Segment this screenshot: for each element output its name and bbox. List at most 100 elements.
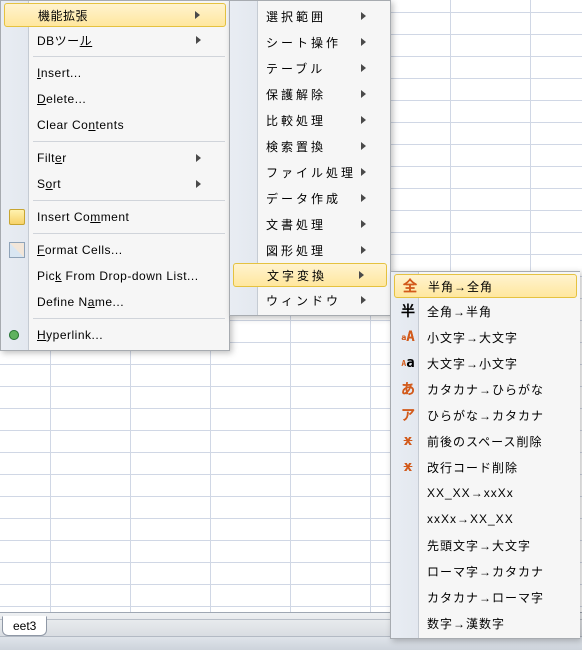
menu-item-insert-comment[interactable]: Insert Comment [3,204,227,230]
submenu-item[interactable]: XX_XX→xxXx [393,480,578,506]
conversion-icon: ア [399,406,417,424]
menu-item-label: 比較処理 [266,112,361,129]
menu-item-hyperlink[interactable]: Hyperlink... [3,322,227,348]
submenu-item[interactable]: 文書処理 [232,211,388,237]
submenu-item[interactable]: Aa大文字→小文字 [393,350,578,376]
submenu-item[interactable]: 保護解除 [232,81,388,107]
conversion-icon: 全 [401,277,419,295]
menu-separator [33,200,225,201]
menu-item-label: 文書処理 [266,216,361,233]
menu-separator [33,318,225,319]
menu-item-label: 数字→漢数字 [427,615,568,632]
menu-item-delete[interactable]: Delete... [3,86,227,112]
menu-item-label: シート操作 [266,34,361,51]
submenu-item[interactable]: 検索置換 [232,133,388,159]
submenu-item[interactable]: 文字変換 [233,263,387,287]
submenu-item[interactable]: ファイル処理 [232,159,388,185]
chevron-right-icon [361,38,366,46]
submenu-item[interactable]: カタカナ→ローマ字 [393,584,578,610]
menu-item-label: 改行コード削除 [427,459,568,476]
submenu-item[interactable]: 選択範囲 [232,3,388,29]
menu-item-db-tools[interactable]: DBツール [3,27,227,53]
chevron-right-icon [196,154,201,162]
submenu-item[interactable]: 図形処理 [232,237,388,263]
chevron-right-icon [361,142,366,150]
submenu-item[interactable]: データ作成 [232,185,388,211]
chevron-right-icon [361,246,366,254]
menu-item-extensions[interactable]: 機能拡張 [4,3,226,27]
menu-item-label: xxXx→XX_XX [427,512,568,526]
submenu-item[interactable]: ウィンドウ [232,287,388,313]
menu-item-label: テーブル [266,60,361,77]
menu-item-label: 全角→半角 [427,303,568,320]
menu-item-label: Define Name... [37,295,201,309]
menu-item-label: Delete... [37,92,201,106]
chevron-right-icon [196,180,201,188]
chevron-right-icon [361,168,366,176]
sheet-tab-label: eet3 [13,619,36,633]
menu-item-label: 半角→全角 [428,278,566,295]
menu-item-label: 小文字→大文字 [427,329,568,346]
chevron-right-icon [196,36,201,44]
menu-item-label: XX_XX→xxXx [427,486,568,500]
chevron-right-icon [361,64,366,72]
menu-item-label: DBツール [37,32,196,49]
submenu-item[interactable]: ローマ字→カタカナ [393,558,578,584]
menu-item-label: ひらがな→カタカナ [427,407,568,424]
menu-item-label: Pick From Drop-down List... [37,269,201,283]
context-menu-primary: 機能拡張 DBツール Insert... Delete... Clear Con… [0,0,230,351]
menu-item-label: Clear Contents [37,118,201,132]
submenu-item[interactable]: 半全角→半角 [393,298,578,324]
submenu-item[interactable]: あカタカナ→ひらがな [393,376,578,402]
context-menu-text-conversion: 全半角→全角半全角→半角aA小文字→大文字Aa大文字→小文字あカタカナ→ひらがな… [390,271,580,639]
menu-item-define-name[interactable]: Define Name... [3,289,227,315]
menu-item-label: カタカナ→ローマ字 [427,589,568,606]
menu-item-label: Insert... [37,66,201,80]
menu-item-label: 先頭文字→大文字 [427,537,568,554]
menu-item-sort[interactable]: Sort [3,171,227,197]
submenu-item[interactable]: テーブル [232,55,388,81]
submenu-item[interactable]: х前後のスペース削除 [393,428,578,454]
menu-item-label: 図形処理 [266,242,361,259]
submenu-item[interactable]: xxXx→XX_XX [393,506,578,532]
menu-item-label: Hyperlink... [37,328,201,342]
chevron-right-icon [361,194,366,202]
menu-item-label: Filter [37,151,196,165]
submenu-item[interactable]: aA小文字→大文字 [393,324,578,350]
menu-item-pick-from-list[interactable]: Pick From Drop-down List... [3,263,227,289]
conversion-icon: あ [399,380,417,398]
menu-separator [33,56,225,57]
menu-item-label: Insert Comment [37,210,201,224]
menu-item-filter[interactable]: Filter [3,145,227,171]
menu-item-label: 検索置換 [266,138,361,155]
menu-item-label: 保護解除 [266,86,361,103]
format-cells-icon [9,242,25,258]
menu-item-label: 前後のスペース削除 [427,433,568,450]
conversion-icon: 半 [399,302,417,320]
chevron-right-icon [361,90,366,98]
menu-item-clear-contents[interactable]: Clear Contents [3,112,227,138]
submenu-item[interactable]: 全半角→全角 [394,274,577,298]
submenu-item[interactable]: х改行コード削除 [393,454,578,480]
sheet-tab[interactable]: eet3 [2,616,47,636]
submenu-item[interactable]: 比較処理 [232,107,388,133]
comment-icon [9,209,25,225]
menu-item-label: 選択範囲 [266,8,361,25]
menu-item-label: データ作成 [266,190,361,207]
chevron-right-icon [361,12,366,20]
chevron-right-icon [195,11,200,19]
submenu-item[interactable]: シート操作 [232,29,388,55]
submenu-item[interactable]: 先頭文字→大文字 [393,532,578,558]
menu-item-label: 機能拡張 [38,7,195,24]
menu-item-format-cells[interactable]: Format Cells... [3,237,227,263]
submenu-item[interactable]: アひらがな→カタカナ [393,402,578,428]
menu-item-label: ウィンドウ [266,292,361,309]
submenu-item[interactable]: 数字→漢数字 [393,610,578,636]
menu-item-insert[interactable]: Insert... [3,60,227,86]
menu-separator [33,233,225,234]
chevron-right-icon [361,116,366,124]
menu-item-label: ファイル処理 [266,164,361,181]
menu-item-label: Sort [37,177,196,191]
context-menu-extensions: 選択範囲シート操作テーブル保護解除比較処理検索置換ファイル処理データ作成文書処理… [229,0,391,316]
hyperlink-icon [9,330,19,340]
